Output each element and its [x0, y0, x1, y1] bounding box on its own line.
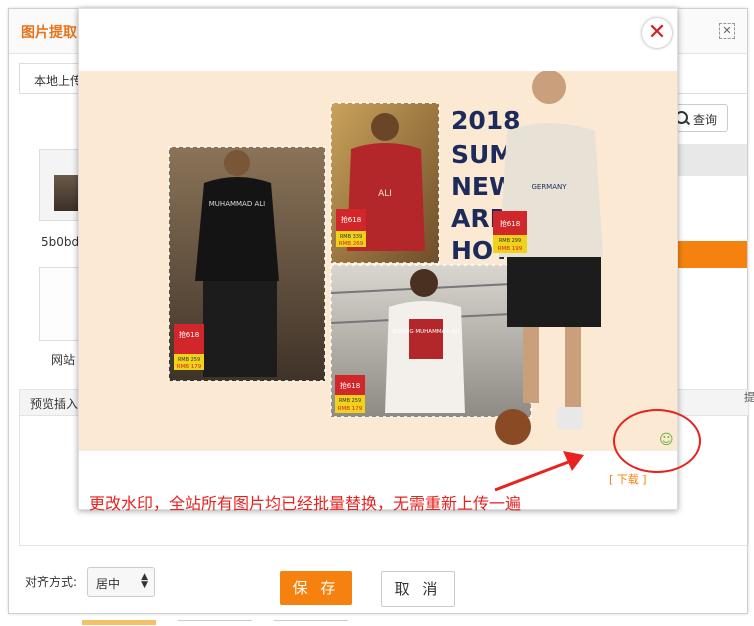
selected-row-highlight[interactable] [669, 241, 747, 268]
save-button[interactable]: 保 存 [280, 571, 352, 605]
preview-insert-label: 预览插入 [30, 397, 79, 411]
close-button[interactable]: ✕ [642, 18, 672, 48]
align-select-value: 居中 [96, 577, 121, 591]
query-button-label: 查询 [693, 113, 718, 127]
thumbnail-image [54, 175, 78, 211]
align-select[interactable]: 居中 ▲ ▼ [87, 567, 155, 597]
edge-text: 提 [744, 391, 754, 404]
cancel-button[interactable]: 取 消 [381, 571, 455, 607]
bottom-button-edge [274, 620, 348, 626]
align-label: 对齐方式: [25, 575, 78, 589]
bottom-button-edge [82, 620, 156, 625]
close-icon: ✕ [647, 20, 667, 45]
tab-local-upload-label: 本地上传 [34, 74, 83, 88]
updown-arrow-icon: ▲ ▼ [141, 572, 148, 590]
close-icon[interactable]: ✕ [719, 23, 735, 39]
bottom-button-edge [178, 620, 252, 626]
image-viewer-modal: MUHAMMAD ALI 抢618 RMB 259 RMB 179 ALI 抢6… [78, 8, 701, 513]
file-name[interactable]: 网站 [51, 351, 75, 368]
dialog-title: 图片提取 [21, 25, 77, 41]
annotation-arrow-icon [494, 451, 584, 492]
table-header-strip [669, 144, 747, 176]
